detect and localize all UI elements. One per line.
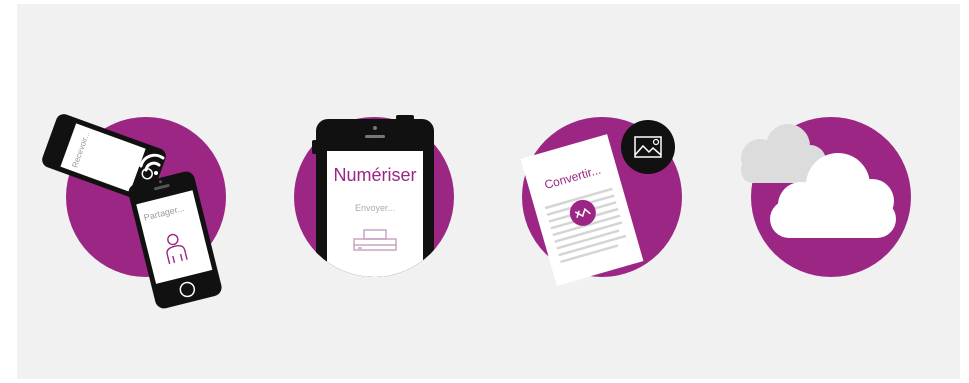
scan-subtitle: Envoyer... — [355, 203, 395, 213]
scan-illustration: Numériser Envoyer... — [294, 115, 454, 277]
illustration-stage: Recevoir... Partager... Numériser Envoye… — [42, 114, 911, 309]
cloud-illustration — [741, 117, 911, 277]
side-button-top — [396, 115, 414, 120]
scan-title: Numériser — [333, 165, 416, 185]
side-button-left — [312, 140, 317, 154]
share-illustration: Recevoir... Partager... — [42, 114, 226, 309]
image-icon — [621, 120, 675, 174]
convert-illustration: Convertir... — [520, 117, 682, 286]
